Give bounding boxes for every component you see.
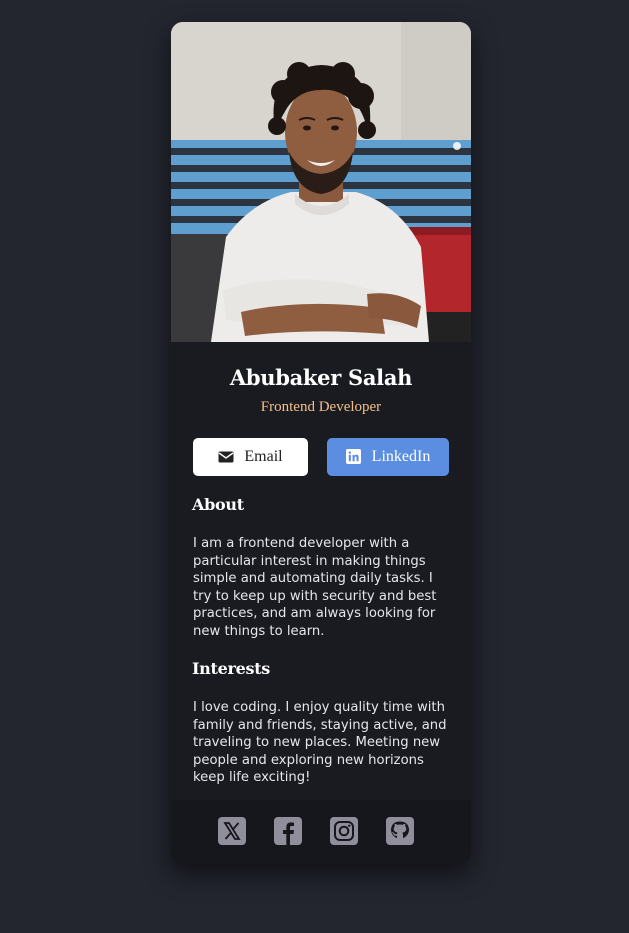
profile-card: Abubaker Salah Frontend Developer Email … bbox=[171, 22, 471, 864]
x-icon[interactable] bbox=[218, 817, 246, 845]
linkedin-icon bbox=[345, 449, 362, 465]
email-button-label: Email bbox=[244, 448, 283, 465]
interests-text: I love coding. I enjoy quality time with… bbox=[193, 700, 447, 786]
profile-photo bbox=[171, 22, 471, 342]
github-icon[interactable] bbox=[386, 817, 414, 845]
about-heading: About bbox=[192, 495, 244, 514]
profile-name: Abubaker Salah bbox=[229, 365, 413, 390]
interests-heading: Interests bbox=[192, 659, 271, 678]
linkedin-button-label: LinkedIn bbox=[371, 448, 431, 465]
profile-role: Frontend Developer bbox=[260, 399, 382, 415]
instagram-icon[interactable] bbox=[330, 817, 358, 845]
linkedin-button[interactable]: LinkedIn bbox=[327, 438, 449, 476]
email-button[interactable]: Email bbox=[193, 438, 308, 476]
facebook-icon[interactable] bbox=[274, 817, 302, 845]
social-footer bbox=[171, 800, 471, 864]
envelope-icon bbox=[218, 449, 234, 465]
about-text: I am a frontend developer with a particu… bbox=[193, 536, 437, 639]
